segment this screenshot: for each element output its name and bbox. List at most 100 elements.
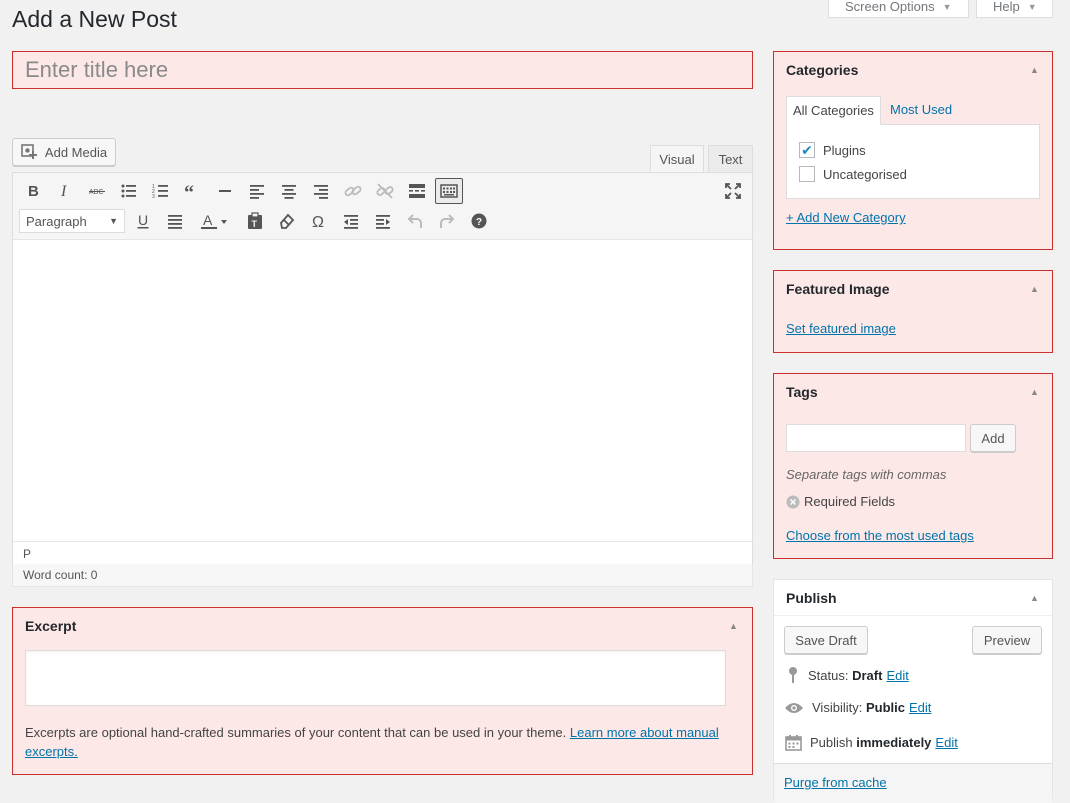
tab-visual[interactable]: Visual xyxy=(650,145,704,173)
toolbar-toggle-icon[interactable] xyxy=(435,178,463,204)
align-center-icon[interactable] xyxy=(275,178,303,204)
underline-icon[interactable]: U xyxy=(129,208,157,234)
category-checklist: ✔ Plugins Uncategorised xyxy=(786,124,1040,199)
bulleted-list-icon[interactable] xyxy=(115,178,143,204)
remove-circle-icon xyxy=(786,495,800,508)
svg-text:3: 3 xyxy=(152,194,155,200)
align-left-icon[interactable] xyxy=(243,178,271,204)
word-count: Word count: 0 xyxy=(12,564,753,587)
svg-text:“: “ xyxy=(184,182,194,201)
save-draft-button[interactable]: Save Draft xyxy=(784,626,868,654)
decrease-indent-icon[interactable] xyxy=(337,208,365,234)
editor-content-area[interactable] xyxy=(12,240,753,541)
screen-options-label: Screen Options xyxy=(845,0,935,14)
title-input[interactable] xyxy=(23,52,752,88)
svg-text:Ω: Ω xyxy=(312,214,324,231)
visibility-label: Visibility: xyxy=(812,700,863,715)
editor-path: P xyxy=(12,541,753,565)
caret-down-icon: ▼ xyxy=(109,216,118,226)
publish-time-label: Publish xyxy=(810,735,853,750)
svg-text:?: ? xyxy=(476,217,482,228)
keyboard-shortcuts-icon[interactable]: ? xyxy=(465,208,493,234)
collapse-arrow-icon[interactable]: ▲ xyxy=(729,621,738,631)
caret-down-icon: ▼ xyxy=(942,1,952,12)
featured-image-box: Featured Image ▲ Set featured image xyxy=(773,270,1053,353)
eye-icon xyxy=(785,702,803,713)
svg-text:B: B xyxy=(28,183,39,200)
add-tag-button[interactable]: Add xyxy=(970,424,1016,452)
italic-icon[interactable]: I xyxy=(51,178,79,204)
special-character-icon[interactable]: Ω xyxy=(305,208,333,234)
screen-options-button[interactable]: Screen Options ▼ xyxy=(828,0,969,18)
bold-icon[interactable]: B xyxy=(19,178,47,204)
status-row: Status: Draft Edit xyxy=(786,666,909,684)
excerpt-textarea[interactable] xyxy=(25,650,726,706)
add-new-category-link[interactable]: + Add New Category xyxy=(786,210,906,225)
text-color-icon[interactable]: A xyxy=(195,208,233,234)
page-title: Add a New Post xyxy=(12,6,177,32)
tab-text[interactable]: Text xyxy=(708,145,753,173)
preview-button[interactable]: Preview xyxy=(972,626,1042,654)
collapse-arrow-icon[interactable]: ▲ xyxy=(1030,284,1039,294)
status-label: Status: xyxy=(808,667,849,683)
format-select-value: Paragraph xyxy=(26,213,87,229)
blockquote-icon[interactable]: “ xyxy=(179,178,207,204)
tags-box: Tags ▲ Add Separate tags with commas Req… xyxy=(773,373,1053,559)
pin-icon xyxy=(789,667,797,683)
tags-hint: Separate tags with commas xyxy=(786,467,947,482)
choose-tags-link[interactable]: Choose from the most used tags xyxy=(786,528,974,543)
collapse-arrow-icon[interactable]: ▲ xyxy=(1030,593,1039,603)
categories-title: Categories xyxy=(786,62,859,78)
svg-text:U: U xyxy=(138,212,148,228)
justify-icon[interactable] xyxy=(161,208,189,234)
clear-formatting-icon[interactable] xyxy=(273,208,301,234)
visibility-row: Visibility: Public Edit xyxy=(784,700,931,715)
undo-icon[interactable] xyxy=(401,208,429,234)
calendar-icon xyxy=(785,735,802,751)
excerpt-help: Excerpts are optional hand-crafted summa… xyxy=(25,723,735,761)
help-label: Help xyxy=(993,0,1020,14)
category-label: Uncategorised xyxy=(823,166,907,182)
insert-link-icon[interactable] xyxy=(339,178,367,204)
checkbox-checked[interactable]: ✔ xyxy=(799,142,815,158)
read-more-icon[interactable] xyxy=(403,178,431,204)
add-media-label: Add Media xyxy=(44,144,108,160)
status-value: Draft xyxy=(852,667,883,683)
visibility-edit-link[interactable]: Edit xyxy=(909,700,931,715)
publish-time-edit-link[interactable]: Edit xyxy=(935,735,957,750)
caret-down-icon: ▼ xyxy=(1027,1,1037,12)
help-button[interactable]: Help ▼ xyxy=(976,0,1053,18)
publish-footer: Purge from cache xyxy=(774,763,1052,803)
categories-box: Categories ▲ All Categories Most Used ✔ … xyxy=(773,51,1053,250)
increase-indent-icon[interactable] xyxy=(369,208,397,234)
redo-icon[interactable] xyxy=(433,208,461,234)
format-select[interactable]: Paragraph ▼ xyxy=(19,209,125,233)
tab-all-categories[interactable]: All Categories xyxy=(786,96,881,125)
checkbox-unchecked[interactable] xyxy=(799,166,815,182)
strikethrough-icon[interactable]: ABC xyxy=(83,178,111,204)
collapse-arrow-icon[interactable]: ▲ xyxy=(1030,387,1039,397)
tag-input[interactable] xyxy=(786,424,966,452)
add-media-button[interactable]: Add Media xyxy=(12,138,116,166)
svg-text:A: A xyxy=(203,212,213,228)
publish-title: Publish xyxy=(786,590,837,606)
remove-link-icon[interactable] xyxy=(371,178,399,204)
paste-as-text-icon[interactable]: T xyxy=(241,208,269,234)
excerpt-box: Excerpt ▲ Excerpts are optional hand-cra… xyxy=(12,607,753,775)
numbered-list-icon[interactable]: 123 xyxy=(147,178,175,204)
collapse-arrow-icon[interactable]: ▲ xyxy=(1030,65,1039,75)
tab-most-used[interactable]: Most Used xyxy=(890,102,952,117)
required-fields-row: Required Fields xyxy=(786,494,895,509)
featured-image-title: Featured Image xyxy=(786,281,890,297)
category-item[interactable]: ✔ Plugins xyxy=(799,142,866,158)
set-featured-image-link[interactable]: Set featured image xyxy=(786,321,896,336)
status-edit-link[interactable]: Edit xyxy=(886,668,908,683)
category-item[interactable]: Uncategorised xyxy=(799,166,907,182)
fullscreen-icon[interactable] xyxy=(719,178,747,204)
add-media-icon xyxy=(21,144,37,159)
editor-toolbar: B I ABC 123 “ Paragraph ▼ U A T Ω ? xyxy=(12,172,753,240)
publish-box: Publish ▲ Save Draft Preview Status: Dra… xyxy=(773,579,1053,803)
horizontal-line-icon[interactable] xyxy=(211,178,239,204)
align-right-icon[interactable] xyxy=(307,178,335,204)
publish-time-value: immediately xyxy=(856,735,932,750)
